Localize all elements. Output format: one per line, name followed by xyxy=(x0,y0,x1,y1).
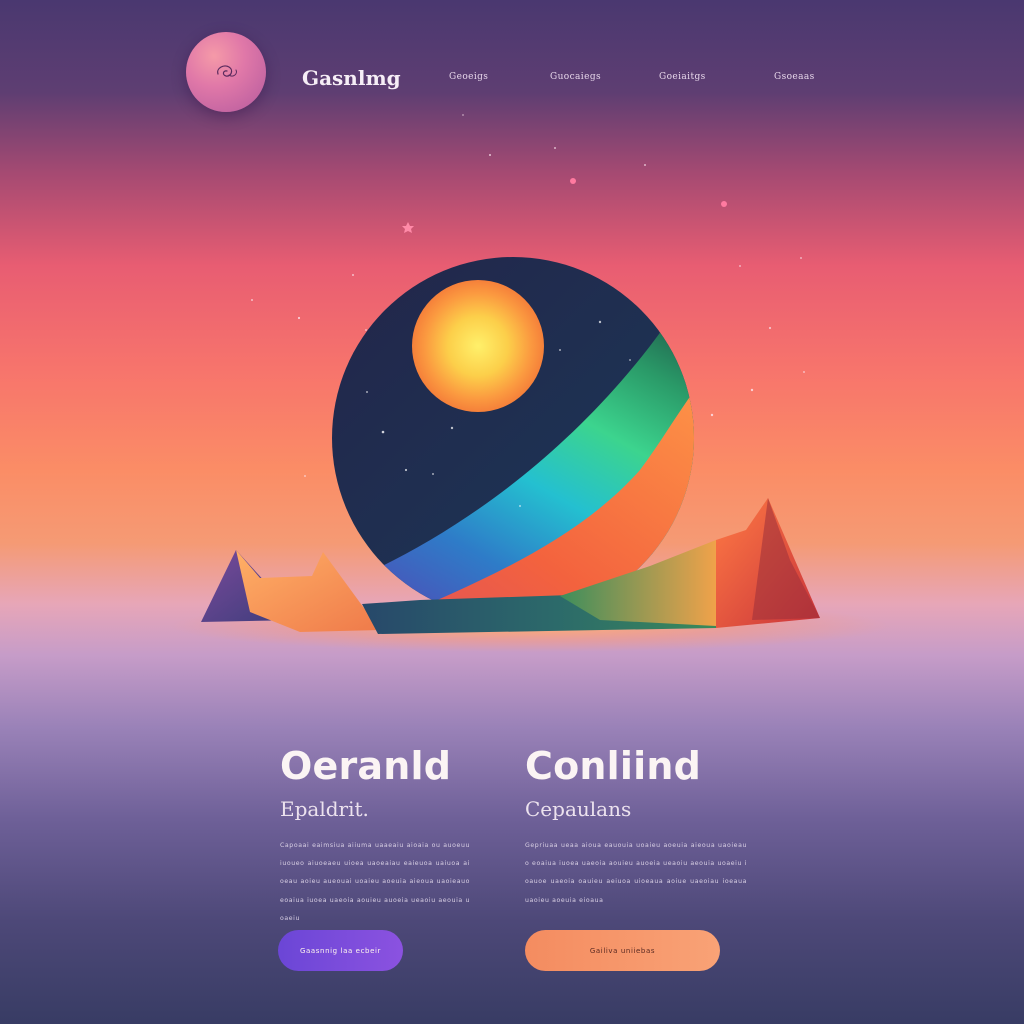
primary-cta-button[interactable]: Gaasnnig laa ecbeir xyxy=(278,930,403,971)
hero-illustration xyxy=(170,114,890,652)
brand-name[interactable]: Gasnlmg xyxy=(302,66,401,90)
nav-item-3[interactable]: Goeiaitgs xyxy=(659,72,706,82)
feature-body-left: Capoaai eaimsiua aiiuma uaaeaiu aioaia o… xyxy=(280,842,470,922)
feature-title-right: Conliind xyxy=(525,744,701,788)
feature-subtitle-left: Epaldrit. xyxy=(280,797,369,821)
sun xyxy=(412,280,544,412)
nav-item-1[interactable]: Geoeigs xyxy=(449,72,488,82)
swirl-logo-icon xyxy=(217,65,237,77)
nav-item-2[interactable]: Guocaiegs xyxy=(550,72,601,82)
secondary-cta-button[interactable]: Gailiva uniiebas xyxy=(525,930,720,971)
logo-badge[interactable] xyxy=(186,32,266,112)
feature-title-left: Oeranld xyxy=(280,744,452,788)
feature-subtitle-right: Cepaulans xyxy=(525,797,632,821)
nav-item-4[interactable]: Gsoeaas xyxy=(774,72,815,82)
landing-page: Gasnlmg Geoeigs Guocaiegs Goeiaitgs Gsoe… xyxy=(0,0,1024,1024)
feature-body-right: Gepriuaa ueaa aioua eauouia uoaieu aoeui… xyxy=(525,842,747,904)
